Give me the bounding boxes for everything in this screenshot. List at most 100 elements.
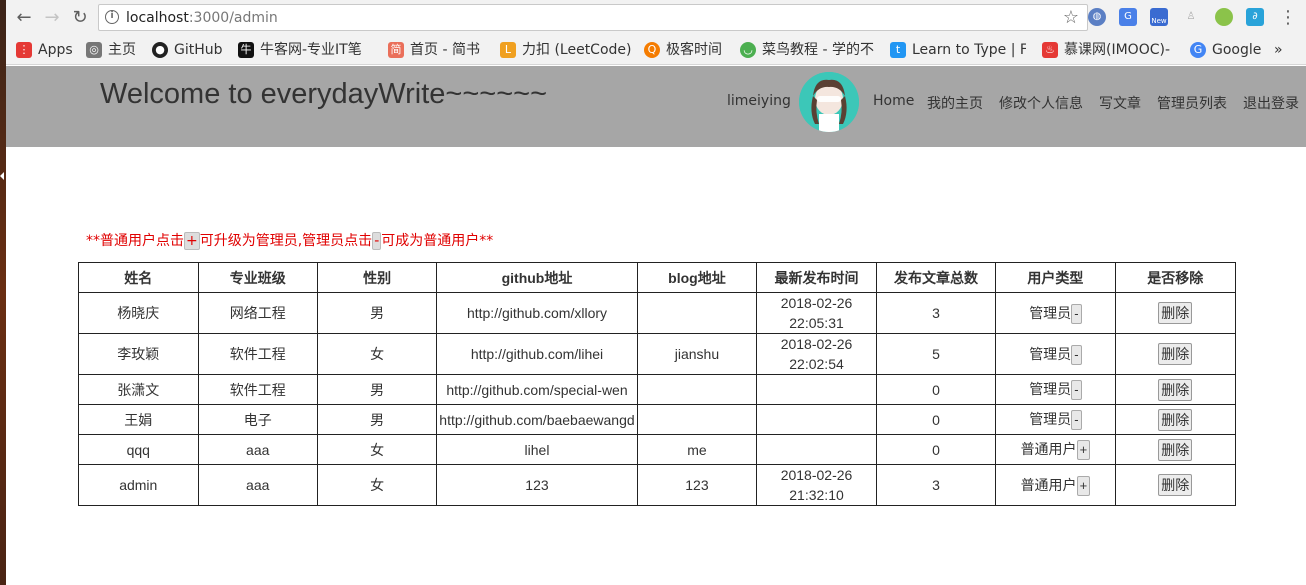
- demote-button[interactable]: -: [1071, 344, 1082, 365]
- extension-placeholder-icon[interactable]: ♙: [1182, 8, 1200, 26]
- bookmark-jianshu[interactable]: 简首页 - 简书: [388, 40, 492, 60]
- nav-home[interactable]: Home: [873, 93, 914, 109]
- delete-button[interactable]: 删除: [1158, 302, 1193, 324]
- avatar[interactable]: [799, 72, 859, 132]
- menu-kebab-icon[interactable]: ⋮: [1278, 8, 1298, 28]
- nowcoder-icon: 牛: [238, 42, 254, 58]
- extension-blue-icon[interactable]: ∂: [1246, 8, 1264, 26]
- cell-user-type: 普通用户 +: [995, 434, 1116, 465]
- forward-arrow-icon[interactable]: →: [42, 8, 62, 28]
- back-arrow-icon[interactable]: ←: [14, 8, 34, 28]
- extension-globe-icon[interactable]: ◍: [1088, 8, 1106, 26]
- address-bar[interactable]: i localhost:3000/admin ☆: [98, 4, 1088, 31]
- cell-user-type: 管理员 -: [995, 404, 1116, 435]
- delete-button[interactable]: 删除: [1158, 343, 1193, 365]
- nav-edit-profile[interactable]: 修改个人信息: [999, 93, 1083, 113]
- new-extension-icon[interactable]: New: [1150, 8, 1168, 26]
- cell-remove: 删除: [1114, 464, 1237, 506]
- admin-notice: **普通用户点击 + 可升级为管理员,管理员点击 - 可成为普通用户**: [86, 232, 494, 250]
- bookmark-github[interactable]: ● GitHub: [152, 40, 230, 60]
- bookmark-runoob[interactable]: ◡ 菜鸟教程 - 学的不: [740, 40, 880, 60]
- col-name-header: 姓名: [78, 262, 199, 293]
- cell-name: 李玫颖: [78, 333, 199, 375]
- launcher-arrow-icon: [0, 172, 4, 180]
- bookmark-nowcoder[interactable]: 牛牛客网-专业IT笔: [238, 40, 378, 60]
- table-row: 张潇文 软件工程 男 http://github.com/special-wen…: [78, 374, 1237, 405]
- delete-button[interactable]: 删除: [1158, 438, 1193, 461]
- cell-github: http://github.com/xllory: [436, 292, 638, 334]
- bookmark-apps[interactable]: ⋮ Apps: [16, 40, 78, 60]
- col-user-type-header: 用户类型: [995, 262, 1116, 293]
- col-remove-header: 是否移除: [1114, 262, 1237, 293]
- cell-article-count: 0: [875, 404, 997, 435]
- cell-gender: 女: [316, 333, 438, 375]
- demote-button[interactable]: -: [1071, 303, 1082, 324]
- cell-github: http://github.com/special-wen: [436, 374, 638, 405]
- geektime-icon: Q: [644, 42, 660, 58]
- nav-logout[interactable]: 退出登录: [1243, 93, 1299, 113]
- col-github-header: github地址: [436, 262, 638, 293]
- cell-article-count: 0: [875, 374, 997, 405]
- jianshu-icon: 简: [388, 42, 404, 58]
- cell-latest-time: [756, 404, 877, 435]
- site-title: Welcome to everydayWrite~~~~~~: [100, 78, 548, 110]
- bookmark-imooc[interactable]: ♨ 慕课网(IMOOC)-: [1042, 40, 1178, 60]
- user-table: 姓名 专业班级 性别 github地址 blog地址 最新发布时间 发布文章总数…: [78, 262, 1237, 506]
- cell-article-count: 3: [875, 464, 997, 506]
- cell-github: lihel: [436, 434, 638, 465]
- demote-button[interactable]: -: [1071, 410, 1082, 430]
- cell-latest-time: [756, 434, 877, 465]
- delete-button[interactable]: 删除: [1158, 474, 1193, 496]
- table-row: qqq aaa 女 lihel me 0 普通用户 + 删除: [78, 434, 1237, 465]
- table-header-row: 姓名 专业班级 性别 github地址 blog地址 最新发布时间 发布文章总数…: [78, 262, 1237, 293]
- cell-name: 杨晓庆: [78, 292, 199, 334]
- username-label[interactable]: limeiying: [727, 93, 791, 109]
- cell-article-count: 5: [875, 333, 997, 375]
- imooc-icon: ♨: [1042, 42, 1058, 58]
- bookmark-learn-to-type[interactable]: t Learn to Type | F: [890, 40, 1026, 60]
- promote-button[interactable]: +: [1076, 475, 1091, 496]
- cell-major: 网络工程: [197, 292, 318, 334]
- bookmark-home[interactable]: ◎ 主页: [86, 40, 146, 60]
- cell-major: 电子: [197, 404, 318, 435]
- nav-admin-list[interactable]: 管理员列表: [1157, 93, 1227, 113]
- reload-icon[interactable]: ↻: [70, 8, 90, 28]
- delete-button[interactable]: 删除: [1158, 378, 1193, 401]
- cell-name: 王娟: [78, 404, 199, 435]
- cell-gender: 男: [316, 374, 438, 405]
- bookmark-leetcode[interactable]: L 力扣 (LeetCode): [500, 40, 632, 60]
- col-article-count-header: 发布文章总数: [875, 262, 997, 293]
- avatar-girl-icon: [799, 72, 859, 132]
- col-gender-header: 性别: [316, 262, 438, 293]
- nav-my-page[interactable]: 我的主页: [927, 93, 983, 113]
- cell-blog: 123: [636, 464, 758, 506]
- more-bookmarks-icon[interactable]: »: [1274, 40, 1294, 60]
- cell-remove: 删除: [1114, 374, 1237, 405]
- cell-blog: [636, 374, 758, 405]
- cell-github: http://github.com/baebaewangd: [436, 404, 638, 435]
- site-info-icon[interactable]: i: [105, 10, 119, 24]
- address-url[interactable]: localhost:3000/admin: [126, 10, 278, 26]
- delete-button[interactable]: 删除: [1158, 408, 1193, 431]
- cell-user-type: 普通用户 +: [995, 464, 1116, 506]
- cell-gender: 男: [316, 292, 438, 334]
- cell-blog: [636, 404, 758, 435]
- cell-latest-time: 2018-02-26 22:02:54: [756, 333, 877, 375]
- col-blog-header: blog地址: [636, 262, 758, 293]
- cell-github: http://github.com/lihei: [436, 333, 638, 375]
- extension-circle-icon[interactable]: [1215, 8, 1233, 26]
- translate-icon[interactable]: G: [1119, 8, 1137, 26]
- bookmark-geektime[interactable]: Q 极客时间: [644, 40, 732, 60]
- table-row: 王娟 电子 男 http://github.com/baebaewangd 0 …: [78, 404, 1237, 435]
- bookmark-star-icon[interactable]: ☆: [1063, 7, 1079, 28]
- demote-button[interactable]: -: [1071, 380, 1082, 400]
- promote-button[interactable]: +: [1076, 440, 1091, 460]
- cell-name: qqq: [78, 434, 199, 465]
- cell-name: 张潇文: [78, 374, 199, 405]
- browser-toolbar: ← → ↻ i localhost:3000/admin ☆ ◍ G New ♙…: [6, 0, 1306, 35]
- cell-remove: 删除: [1114, 434, 1237, 465]
- nav-write-article[interactable]: 写文章: [1099, 93, 1141, 113]
- leetcode-icon: L: [500, 42, 516, 58]
- cell-blog: jianshu: [636, 333, 758, 375]
- bookmark-google[interactable]: G Google: [1190, 40, 1270, 60]
